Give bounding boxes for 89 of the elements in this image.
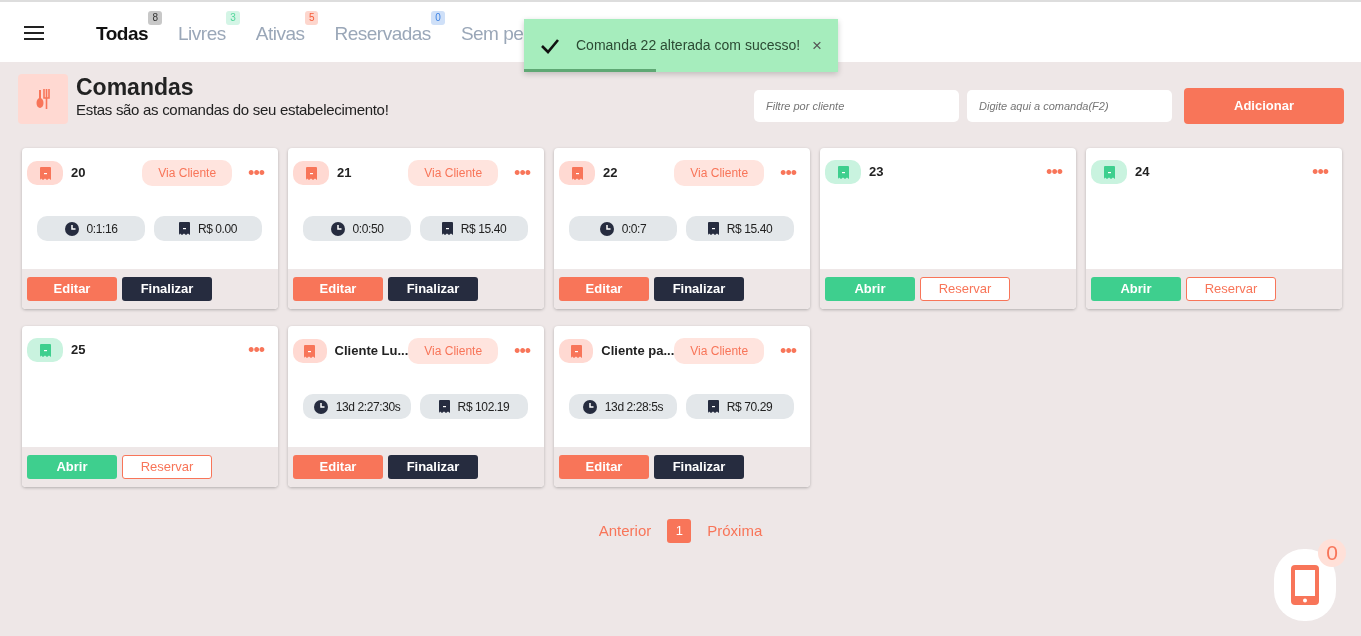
clock-icon (313, 399, 328, 414)
open-button[interactable]: Abrir (1091, 277, 1181, 301)
source-tag: Via Cliente (142, 160, 233, 186)
more-button[interactable]: ••• (1046, 163, 1070, 181)
order-title: 23 (869, 163, 884, 182)
ticket-icon (559, 339, 594, 363)
count-badge: 5 (304, 10, 319, 25)
page-title: Comandas (76, 75, 195, 99)
finish-button[interactable]: Finalizar (654, 277, 744, 301)
count-badge: 0 (431, 10, 445, 25)
clock-icon (330, 221, 345, 236)
order-title: 25 (71, 341, 86, 360)
total-text: R$ 102.19 (457, 398, 510, 416)
toast-message: Comanda 22 alterada com sucesso! (576, 36, 801, 55)
client-filter-field[interactable]: Filtre por cliente (754, 90, 959, 122)
filter-tab[interactable]: Todas (96, 19, 149, 49)
edit-button[interactable]: Editar (27, 277, 117, 301)
more-button[interactable]: ••• (780, 164, 804, 182)
notification-count: 0 (1318, 539, 1346, 567)
total-text: R$ 70.29 (726, 398, 773, 416)
time-text: 0:0:7 (621, 220, 647, 238)
order-title: 24 (1135, 163, 1150, 182)
more-button[interactable]: ••• (514, 164, 538, 182)
ticket-icon (707, 222, 719, 235)
filter-tab[interactable]: Sem pe (460, 19, 524, 49)
order-title: 22 (603, 164, 618, 183)
open-button[interactable]: Abrir (27, 455, 117, 479)
edit-button[interactable]: Editar (293, 277, 383, 301)
more-button[interactable]: ••• (1312, 163, 1336, 181)
finish-button[interactable]: Finalizar (388, 455, 478, 479)
time-text: 13d 2:28:5s (604, 398, 664, 416)
more-button[interactable]: ••• (248, 341, 272, 359)
edit-button[interactable]: Editar (293, 455, 383, 479)
source-tag: Via Cliente (674, 160, 765, 186)
ticket-icon (825, 160, 861, 184)
order-title: 20 (71, 164, 86, 183)
cutlery-icon (18, 73, 68, 124)
open-button[interactable]: Abrir (825, 277, 915, 301)
ticket-icon (27, 161, 63, 185)
total-text: R$ 15.40 (460, 220, 507, 238)
ticket-icon (1091, 160, 1127, 184)
clock-icon (599, 221, 614, 236)
ticket-icon (441, 222, 453, 235)
reserve-button[interactable]: Reservar (920, 277, 1010, 301)
ticket-icon (707, 400, 719, 413)
next-link[interactable]: Próxima (707, 519, 763, 543)
clock-icon (582, 399, 597, 414)
source-tag: Via Cliente (408, 160, 499, 186)
add-button[interactable]: Adicionar (1184, 88, 1344, 124)
filter-tab[interactable]: Reservadas (334, 19, 431, 49)
more-button[interactable]: ••• (514, 342, 538, 360)
time-text: 0:1:16 (86, 220, 118, 238)
source-tag: Via Cliente (674, 338, 765, 364)
ticket-icon (178, 222, 190, 235)
reserve-button[interactable]: Reservar (122, 455, 212, 479)
check-icon (540, 37, 560, 54)
menu-icon (24, 24, 44, 41)
ticket-icon (559, 161, 595, 185)
page-subtitle: Estas são as comandas do seu estabelecimento! (76, 99, 389, 120)
close-button[interactable]: × (812, 32, 822, 59)
time-text: 13d 2:27:30s (335, 398, 401, 416)
order-title: Cliente Lu... (334, 342, 409, 361)
phone-icon (1291, 565, 1319, 605)
edit-button[interactable]: Editar (559, 277, 649, 301)
source-tag: Via Cliente (408, 338, 499, 364)
finish-button[interactable]: Finalizar (122, 277, 212, 301)
ticket-icon (27, 338, 63, 362)
ticket-icon (293, 339, 327, 363)
previous-link[interactable]: Anterior (598, 519, 652, 543)
ticket-icon (293, 161, 329, 185)
total-text: R$ 0.00 (197, 220, 238, 238)
clock-icon (64, 221, 79, 236)
count-badge: 3 (226, 10, 240, 25)
count-badge: 8 (148, 10, 163, 25)
order-number-field[interactable]: Digite aqui a comanda(F2) (967, 90, 1172, 122)
filter-tab[interactable]: Livres (178, 19, 226, 49)
order-title: 21 (337, 164, 352, 183)
time-text: 0:0:50 (352, 220, 384, 238)
page-button[interactable]: 1 (667, 519, 692, 543)
more-button[interactable]: ••• (248, 164, 272, 182)
more-button[interactable]: ••• (780, 342, 804, 360)
reserve-button[interactable]: Reservar (1186, 277, 1276, 301)
finish-button[interactable]: Finalizar (654, 455, 744, 479)
filter-tab[interactable]: Ativas (255, 19, 305, 49)
ticket-icon (438, 400, 450, 413)
finish-button[interactable]: Finalizar (388, 277, 478, 301)
edit-button[interactable]: Editar (559, 455, 649, 479)
total-text: R$ 15.40 (726, 220, 773, 238)
order-title: Cliente pa... (601, 342, 675, 361)
